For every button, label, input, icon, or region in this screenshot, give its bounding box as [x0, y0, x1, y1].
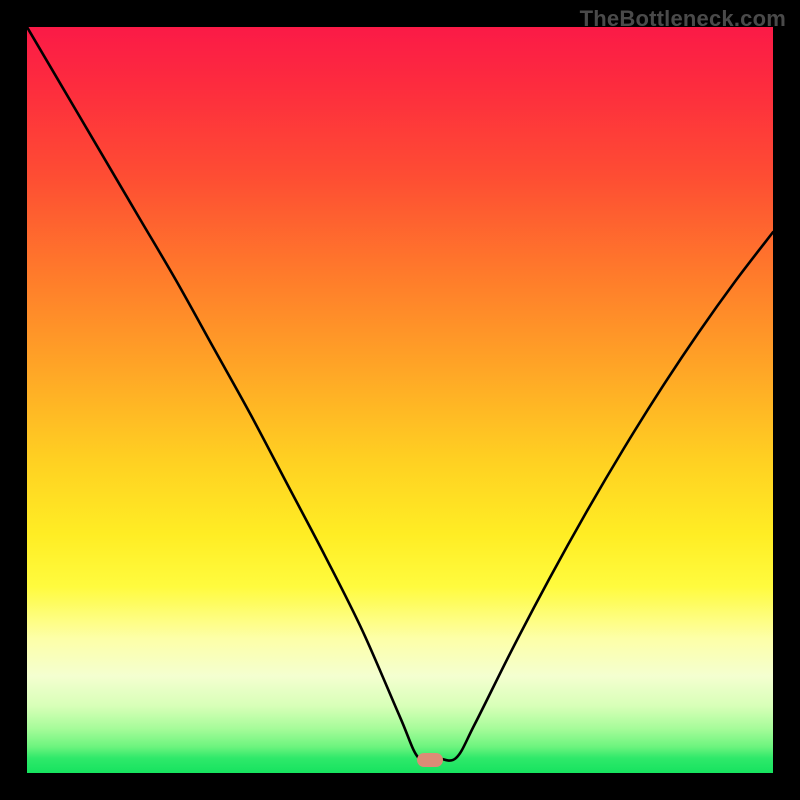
watermark-text: TheBottleneck.com: [580, 6, 786, 32]
plot-area: [27, 27, 773, 773]
min-marker: [417, 753, 443, 767]
bottleneck-curve: [27, 27, 773, 773]
chart-stage: TheBottleneck.com: [0, 0, 800, 800]
